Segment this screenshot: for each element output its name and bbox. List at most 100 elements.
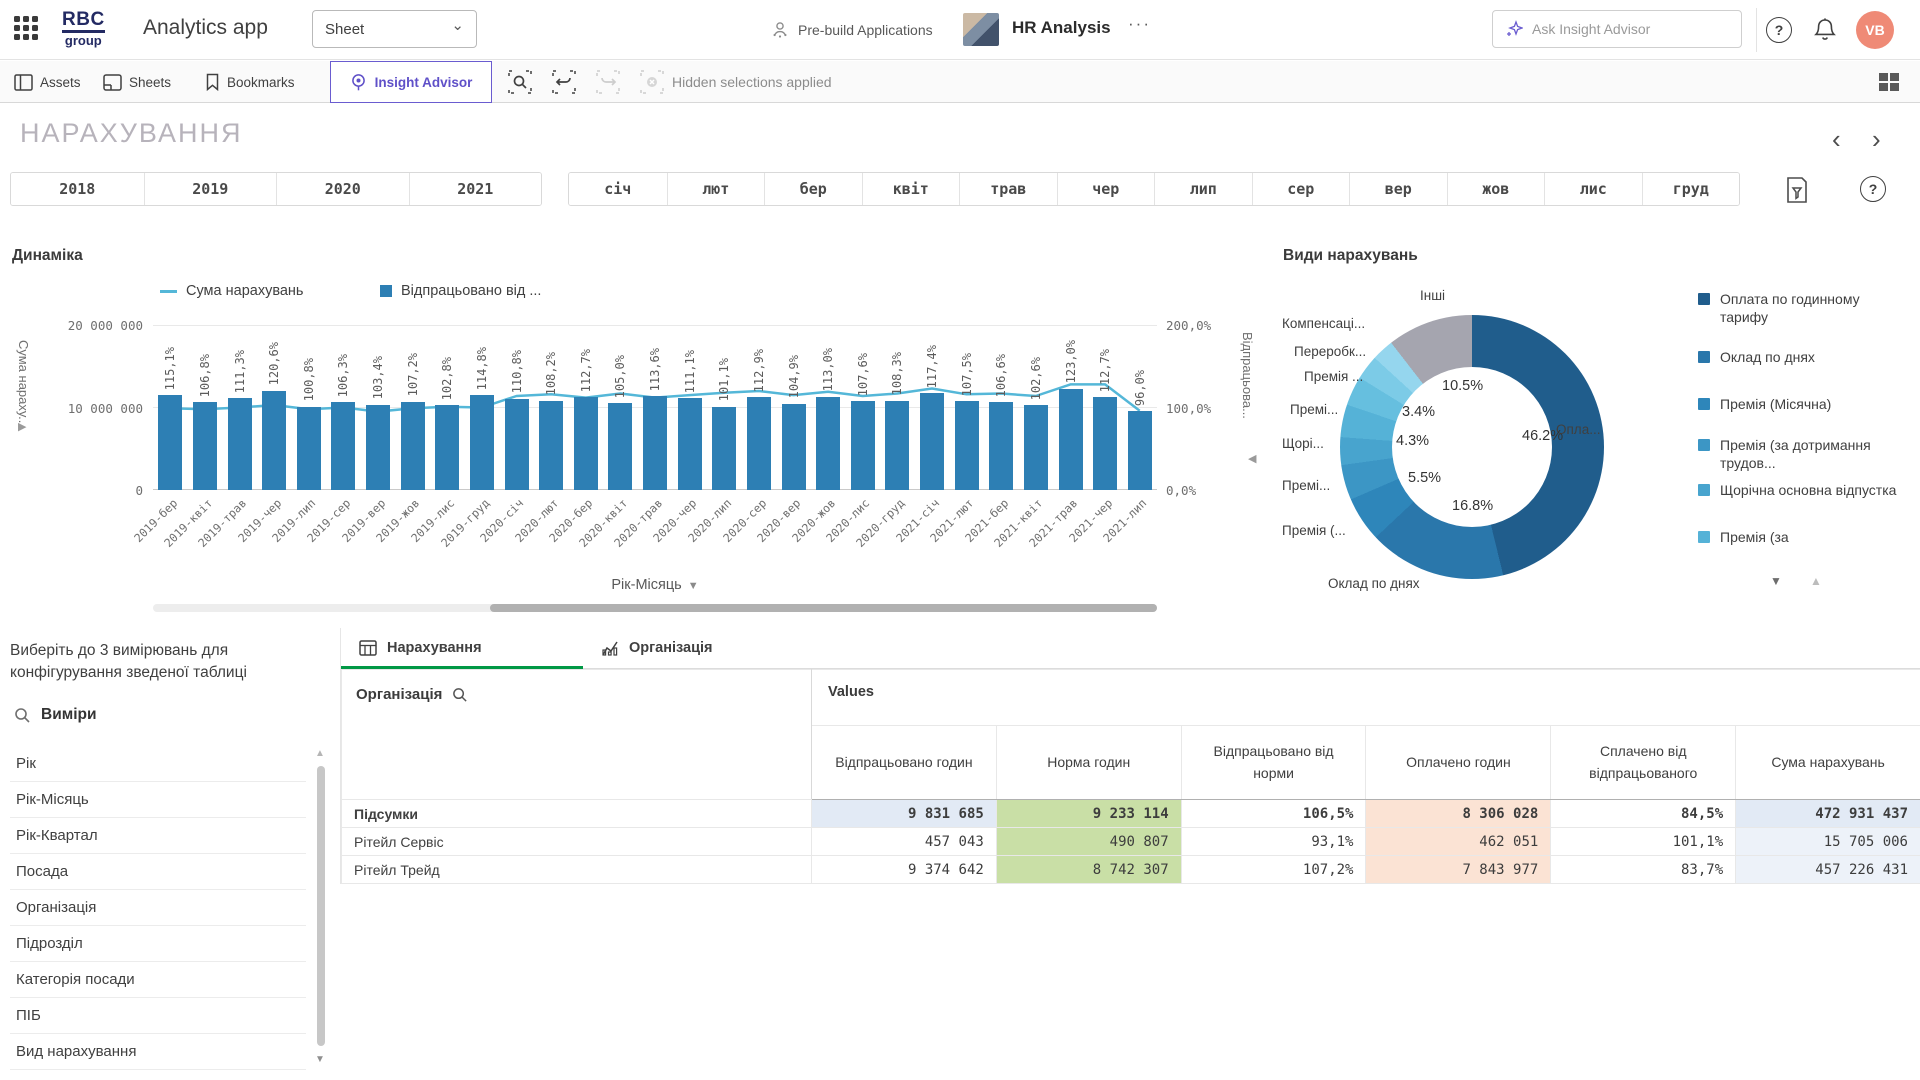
chart-horizontal-scrollbar[interactable]: [153, 604, 1157, 612]
bar[interactable]: [262, 391, 286, 491]
year-filter-button[interactable]: 2018: [11, 173, 144, 205]
bar[interactable]: [782, 404, 806, 491]
bar[interactable]: [505, 399, 529, 490]
more-options-icon[interactable]: ···: [1128, 14, 1151, 34]
bar[interactable]: [435, 405, 459, 490]
row-dimension-header[interactable]: Організація: [342, 670, 812, 800]
bookmarks-button[interactable]: Bookmarks: [205, 61, 295, 103]
bar[interactable]: [401, 402, 425, 490]
year-filter-button[interactable]: 2019: [144, 173, 277, 205]
next-sheet-chevron[interactable]: ›: [1872, 124, 1881, 155]
dimension-item[interactable]: Посада: [10, 854, 306, 890]
dimension-item[interactable]: Рік-Квартал: [10, 818, 306, 854]
donut-legend-item[interactable]: Оплата по годинному тарифу: [1698, 290, 1908, 327]
bar[interactable]: [816, 397, 840, 490]
bar[interactable]: [366, 405, 390, 490]
month-filter-button[interactable]: трав: [959, 173, 1057, 205]
scroll-down-arrow[interactable]: ▼: [315, 1054, 325, 1065]
legend-item-bar[interactable]: Відпрацьовано від ...: [380, 283, 541, 299]
scrollbar-thumb[interactable]: [317, 766, 325, 1046]
redo-selection-icon[interactable]: [596, 70, 620, 94]
row-dimension-cell[interactable]: Рітейл Трейд: [342, 856, 812, 884]
month-filter-button[interactable]: жов: [1447, 173, 1545, 205]
donut-legend-item[interactable]: Премія (Місячна): [1698, 395, 1908, 413]
legend-scroll-down[interactable]: ▼: [1770, 574, 1782, 588]
column-header[interactable]: Сплачено від відпрацьованого: [1551, 726, 1736, 800]
dimension-item[interactable]: ПІБ: [10, 998, 306, 1034]
scrollbar-thumb[interactable]: [490, 604, 1157, 612]
month-filter-button[interactable]: сер: [1252, 173, 1350, 205]
tab-organizatsiya[interactable]: Організація: [583, 628, 795, 668]
insight-advisor-button[interactable]: Insight Advisor: [330, 61, 492, 103]
month-filter-button[interactable]: січ: [569, 173, 667, 205]
x-axis-dimension-label[interactable]: Рік-Місяць▼: [560, 577, 750, 593]
bar[interactable]: [955, 401, 979, 490]
month-filter-button[interactable]: вер: [1349, 173, 1447, 205]
donut-scroll-left-arrow[interactable]: ◀: [1248, 452, 1256, 465]
dimension-item[interactable]: Організація: [10, 890, 306, 926]
month-filter-button[interactable]: лип: [1154, 173, 1252, 205]
bar[interactable]: [158, 395, 182, 490]
dimension-item[interactable]: Категорія посади: [10, 962, 306, 998]
selections-tool-icon[interactable]: [1784, 176, 1810, 204]
chart-scroll-right-arrow[interactable]: ▶: [18, 420, 26, 433]
bar[interactable]: [470, 395, 494, 490]
search-selections-icon[interactable]: [508, 70, 532, 94]
bar[interactable]: [851, 401, 875, 490]
app-launcher-icon[interactable]: [14, 16, 40, 42]
bar[interactable]: [712, 407, 736, 490]
search-icon[interactable]: [452, 687, 468, 703]
month-filter-button[interactable]: лис: [1544, 173, 1642, 205]
prebuild-applications-link[interactable]: Pre-build Applications: [770, 20, 933, 40]
legend-scroll-up[interactable]: ▲: [1810, 574, 1822, 588]
sheet-help-icon[interactable]: ?: [1860, 176, 1886, 202]
row-dimension-cell[interactable]: Рітейл Сервіс: [342, 828, 812, 856]
dimensions-scrollbar[interactable]: ▲ ▼: [314, 748, 328, 1078]
bar[interactable]: [608, 403, 632, 490]
bar[interactable]: [1128, 411, 1152, 490]
column-header[interactable]: Сума нарахувань: [1736, 726, 1920, 800]
column-header[interactable]: Відпрацьовано від норми: [1181, 726, 1366, 800]
notifications-bell-icon[interactable]: [1812, 16, 1838, 44]
month-filter-button[interactable]: квіт: [862, 173, 960, 205]
scroll-up-arrow[interactable]: ▲: [315, 748, 325, 759]
assets-button[interactable]: Assets: [14, 61, 81, 103]
clear-selections-icon[interactable]: [640, 70, 664, 94]
bar[interactable]: [1059, 389, 1083, 491]
donut-legend-item[interactable]: Премія (за дотримання трудов...: [1698, 436, 1908, 473]
bar[interactable]: [989, 402, 1013, 490]
prev-sheet-chevron[interactable]: ‹: [1832, 124, 1841, 155]
month-filter-button[interactable]: чер: [1057, 173, 1155, 205]
bar[interactable]: [885, 401, 909, 490]
bar[interactable]: [331, 402, 355, 490]
bar[interactable]: [920, 393, 944, 490]
help-icon[interactable]: ?: [1766, 17, 1792, 43]
column-header[interactable]: Відпрацьовано годин: [812, 726, 997, 800]
bar[interactable]: [643, 396, 667, 490]
user-avatar[interactable]: VB: [1856, 11, 1894, 49]
year-filter-button[interactable]: 2020: [276, 173, 409, 205]
bar[interactable]: [1024, 405, 1048, 490]
insight-advisor-search[interactable]: Ask Insight Advisor: [1492, 10, 1742, 48]
legend-item-line[interactable]: Сума нарахувань: [160, 283, 304, 299]
tab-narahuvannya[interactable]: Нарахування: [341, 628, 583, 668]
year-filter-button[interactable]: 2021: [409, 173, 542, 205]
column-header[interactable]: Оплачено годин: [1366, 726, 1551, 800]
donut-legend-item[interactable]: Оклад по днях: [1698, 348, 1908, 366]
donut-chart[interactable]: [1340, 315, 1604, 579]
month-filter-button[interactable]: бер: [764, 173, 862, 205]
dimension-item[interactable]: Вид нарахування: [10, 1034, 306, 1070]
bar[interactable]: [297, 407, 321, 490]
bar[interactable]: [678, 398, 702, 490]
donut-legend-item[interactable]: Щорічна основна відпустка: [1698, 481, 1908, 499]
donut-legend-item[interactable]: Премія (за: [1698, 528, 1908, 546]
bar[interactable]: [539, 401, 563, 490]
dimension-item[interactable]: Підрозділ: [10, 926, 306, 962]
bar[interactable]: [1093, 397, 1117, 490]
sheets-button[interactable]: Sheets: [103, 61, 171, 103]
search-icon[interactable]: [14, 707, 31, 724]
row-dimension-cell[interactable]: Підсумки: [342, 800, 812, 828]
month-filter-button[interactable]: лют: [667, 173, 765, 205]
bar[interactable]: [747, 397, 771, 490]
sheet-grid-icon[interactable]: [1878, 72, 1900, 92]
